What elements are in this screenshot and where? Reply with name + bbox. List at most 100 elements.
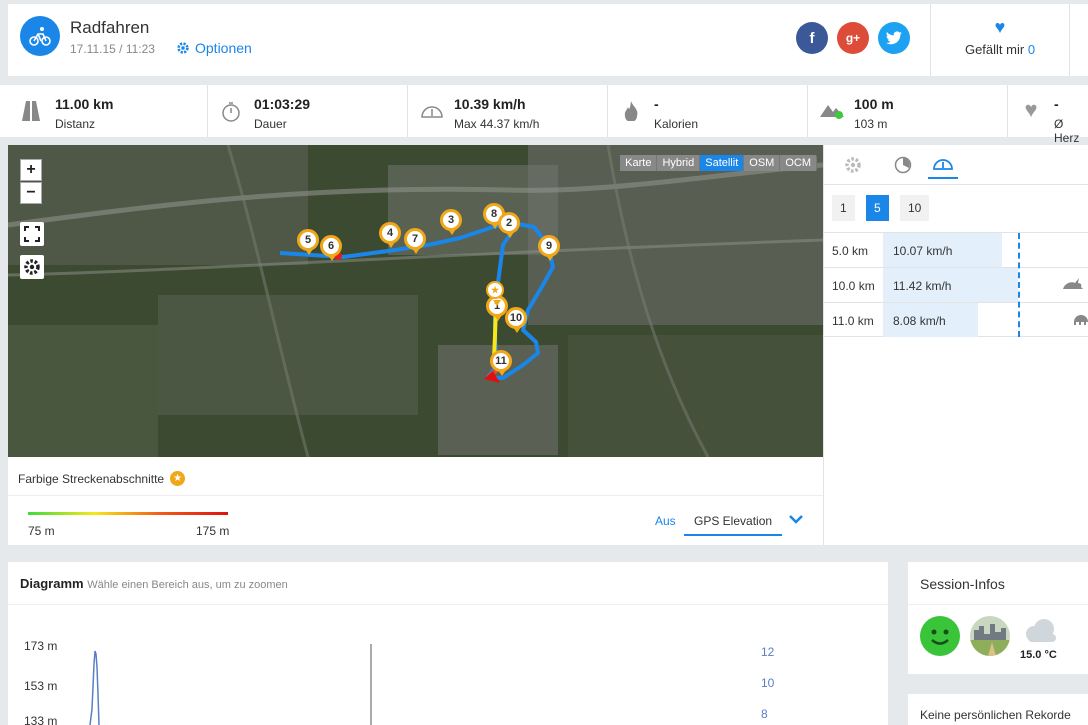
interval-10km-button[interactable]: 10 <box>900 195 930 221</box>
fullscreen-icon <box>24 226 40 242</box>
split-row: 5.0 km 10.07 km/h <box>824 232 1088 267</box>
mountain-icon <box>820 101 844 123</box>
stat-value: - <box>654 96 659 112</box>
tab-settings[interactable] <box>838 151 868 179</box>
stat-value: 01:03:29 <box>254 96 311 112</box>
like-button[interactable]: ♥ Gefällt mir 0 <box>930 4 1070 76</box>
session-title: Session-Infos <box>920 576 1005 592</box>
options-button[interactable]: Optionen <box>176 40 252 56</box>
cycling-icon <box>20 16 60 56</box>
y-left-tick: 153 m <box>24 679 57 693</box>
split-distance: 10.0 km <box>832 279 875 293</box>
elevation-line <box>89 650 100 725</box>
tab-pace[interactable] <box>888 151 918 179</box>
options-label: Optionen <box>195 40 252 56</box>
stat-label: Distanz <box>55 117 96 131</box>
chart-header: Diagramm Wähle einen Bereich aus, um zu … <box>20 576 288 591</box>
rabbit-icon <box>1063 278 1083 289</box>
y-right-tick: 10 <box>761 676 775 690</box>
y-left-tick: 133 m <box>24 714 57 725</box>
layer-osm[interactable]: OSM <box>744 155 780 171</box>
km-marker[interactable]: 4 <box>379 222 401 248</box>
split-speed: 11.42 km/h <box>893 279 952 293</box>
turtle-icon <box>1074 315 1088 325</box>
layer-satellit[interactable]: Satellit <box>700 155 744 171</box>
speedometer-icon <box>933 159 953 170</box>
colored-sections-label: Farbige Streckenabschnitte <box>18 471 165 486</box>
map-layer-switcher: Karte Hybrid Satellit OSM OCM <box>620 155 817 171</box>
gear-icon <box>177 42 189 54</box>
stat-heart-rate: ♥ - Ø Herz <box>1008 85 1088 145</box>
gear-icon <box>845 157 861 173</box>
speedometer-icon <box>420 101 443 123</box>
facebook-share-button[interactable]: f <box>796 22 828 54</box>
pie-clock-icon <box>894 156 912 174</box>
start-star-marker[interactable]: ★ <box>486 281 504 306</box>
map-footer: Farbige Streckenabschnitte ★ 75 m 175 m … <box>8 457 823 545</box>
twitter-share-button[interactable] <box>878 22 910 54</box>
elevation-gradient-legend <box>28 512 228 515</box>
layer-karte[interactable]: Karte <box>620 155 657 171</box>
zoom-in-button[interactable]: + <box>20 159 42 181</box>
split-row: 10.0 km 11.42 km/h <box>824 267 1088 302</box>
twitter-icon <box>886 31 902 45</box>
activity-header: Radfahren 17.11.15 / 11:23 Optionen f g+… <box>8 0 1088 76</box>
interval-1km-button[interactable]: 1 <box>832 195 855 221</box>
smiley-icon <box>920 616 960 656</box>
googleplus-icon: g+ <box>845 31 861 45</box>
stat-label: Kalorien <box>654 117 699 131</box>
min-elevation-label: 75 m <box>28 524 55 538</box>
activity-datetime: 17.11.15 / 11:23 <box>70 42 155 56</box>
km-marker[interactable]: 3 <box>440 209 462 235</box>
heart-icon: ♥ <box>994 17 1006 37</box>
zoom-out-button[interactable]: − <box>20 182 42 204</box>
km-marker[interactable]: 6 <box>320 235 342 261</box>
stat-label: Ø Herz <box>1054 117 1080 145</box>
km-marker[interactable]: 9 <box>538 235 560 261</box>
elevation-off-option[interactable]: Aus <box>655 514 676 528</box>
page: Radfahren 17.11.15 / 11:23 Optionen f g+… <box>0 0 1088 725</box>
stats-bar: 11.00 km Distanz 01:03:29 Dauer 10.39 km… <box>0 85 1088 145</box>
km-marker[interactable]: 7 <box>404 228 426 254</box>
tab-speed[interactable] <box>928 151 958 179</box>
y-left-tick: 173 m <box>24 639 57 653</box>
stat-calories: - Kalorien <box>608 85 808 137</box>
splits-panel: 1 5 10 5.0 km 10.07 km/h 10.0 km 11.42 k… <box>823 145 1088 545</box>
y-right-tick: 8 <box>761 707 768 721</box>
like-label-row: Gefällt mir 0 <box>931 42 1069 57</box>
stopwatch-icon <box>220 101 242 123</box>
average-speed-line <box>1018 233 1020 337</box>
fullscreen-button[interactable] <box>20 222 44 246</box>
stat-value: - <box>1054 96 1059 112</box>
split-distance: 11.0 km <box>832 314 874 328</box>
km-marker[interactable]: 10 <box>505 307 527 333</box>
star-icon: ★ <box>490 284 500 295</box>
chevron-down-icon[interactable] <box>788 509 804 530</box>
stat-label: Max 44.37 km/h <box>454 117 540 131</box>
divider <box>908 604 1088 605</box>
interval-5km-button[interactable]: 5 <box>866 195 889 221</box>
gear-icon <box>24 259 40 275</box>
route-map[interactable]: + − Karte Hybrid Satellit OSM OCM 5 6 4 … <box>8 145 823 457</box>
km-marker[interactable]: 11 <box>490 350 512 376</box>
layer-ocm[interactable]: OCM <box>780 155 816 171</box>
split-speed: 8.08 km/h <box>893 314 946 328</box>
satellite-imagery <box>8 145 823 457</box>
stat-distance: 11.00 km Distanz <box>0 85 208 137</box>
personal-records-card: Keine persönlichen Rekorde <box>908 694 1088 725</box>
km-marker[interactable]: 2 <box>498 212 520 238</box>
stat-speed: 10.39 km/h Max 44.37 km/h <box>408 85 608 137</box>
stat-duration: 01:03:29 Dauer <box>208 85 408 137</box>
gps-elevation-option[interactable]: GPS Elevation <box>684 509 783 536</box>
stat-label: Dauer <box>254 117 287 131</box>
split-speed: 10.07 km/h <box>893 244 953 258</box>
layer-hybrid[interactable]: Hybrid <box>657 155 700 171</box>
colored-sections-toggle[interactable]: Farbige Streckenabschnitte ★ <box>18 471 186 486</box>
googleplus-share-button[interactable]: g+ <box>837 22 869 54</box>
splits-tabs <box>824 145 1088 185</box>
km-marker[interactable]: 5 <box>297 229 319 255</box>
map-settings-button[interactable] <box>20 255 44 279</box>
terrain-surface-icon <box>970 616 1010 656</box>
elevation-speed-chart[interactable]: 173 m 153 m 133 m 12 10 8 <box>8 604 888 725</box>
split-distance: 5.0 km <box>832 244 869 258</box>
